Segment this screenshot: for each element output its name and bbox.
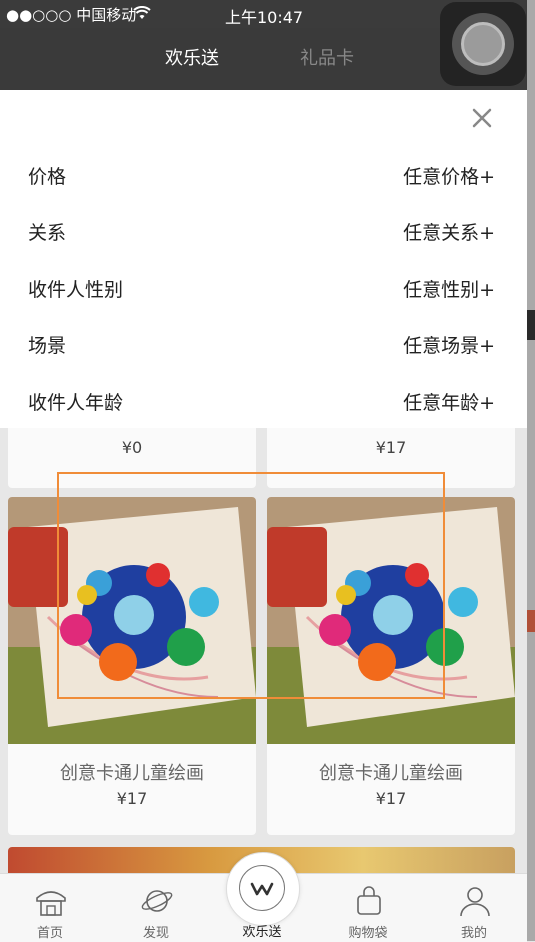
tab-label: 购物袋	[348, 926, 388, 941]
filter-label: 关系	[28, 222, 67, 244]
background-strip	[527, 0, 535, 941]
w-logo-icon	[250, 882, 274, 896]
bag-icon	[357, 886, 381, 915]
happy-send-center-button[interactable]	[226, 852, 300, 926]
bottom-tab-bar: 首页 发现 欢乐送 购物袋 我的	[0, 852, 527, 942]
filter-value[interactable]: 任意关系+	[403, 218, 495, 245]
product-name: 创意卡通儿童绘画	[319, 763, 463, 784]
product-name: 创意卡通儿童绘画	[60, 763, 204, 784]
tab-happy-send[interactable]: 欢乐送	[165, 44, 219, 70]
filter-row-price[interactable]: 价格 任意价格+	[0, 154, 527, 194]
home-icon	[36, 891, 66, 916]
filter-value[interactable]: 任意价格+	[403, 162, 495, 189]
wifi-icon	[133, 6, 151, 19]
filter-label: 价格	[28, 166, 67, 188]
tab-gift-card[interactable]: 礼品卡	[300, 44, 354, 70]
tab-label-happy-send[interactable]: 欢乐送	[232, 921, 292, 940]
filter-value[interactable]: 任意性别+	[403, 275, 495, 302]
filter-row-scene[interactable]: 场景 任意场景+	[0, 323, 527, 363]
planet-icon	[141, 890, 173, 912]
tab-label: 我的	[460, 926, 487, 941]
status-time: 上午10:47	[225, 8, 304, 27]
filter-label: 场景	[28, 335, 67, 357]
filter-value[interactable]: 任意场景+	[403, 331, 495, 358]
person-icon	[460, 887, 490, 917]
filter-row-relation[interactable]: 关系 任意关系+	[0, 210, 527, 250]
tab-label: 发现	[142, 926, 169, 941]
product-card[interactable]: 创意卡通儿童绘画 ¥17	[8, 497, 256, 835]
product-image	[267, 497, 515, 744]
filter-panel: 价格 任意价格+ 关系 任意关系+ 收件人性别 任意性别+ 场景 任意场景+ 收…	[0, 90, 527, 428]
filter-value[interactable]: 任意年龄+	[403, 388, 495, 415]
filter-label: 收件人年龄	[28, 392, 124, 414]
close-icon[interactable]	[468, 104, 496, 132]
product-price: ¥17	[375, 438, 407, 457]
product-price: ¥0	[121, 438, 143, 457]
product-card[interactable]: 创意卡通儿童绘画 ¥17	[267, 497, 515, 835]
filter-row-age[interactable]: 收件人年龄 任意年龄+	[0, 380, 527, 420]
product-price: ¥17	[375, 789, 407, 808]
product-image	[8, 497, 256, 744]
assistive-touch-button[interactable]	[440, 2, 526, 86]
carrier-label: ●●○○○ 中国移动	[6, 6, 137, 24]
product-price: ¥17	[116, 789, 148, 808]
tab-label: 首页	[36, 926, 63, 941]
filter-label: 收件人性别	[28, 279, 124, 301]
filter-row-gender[interactable]: 收件人性别 任意性别+	[0, 267, 527, 307]
